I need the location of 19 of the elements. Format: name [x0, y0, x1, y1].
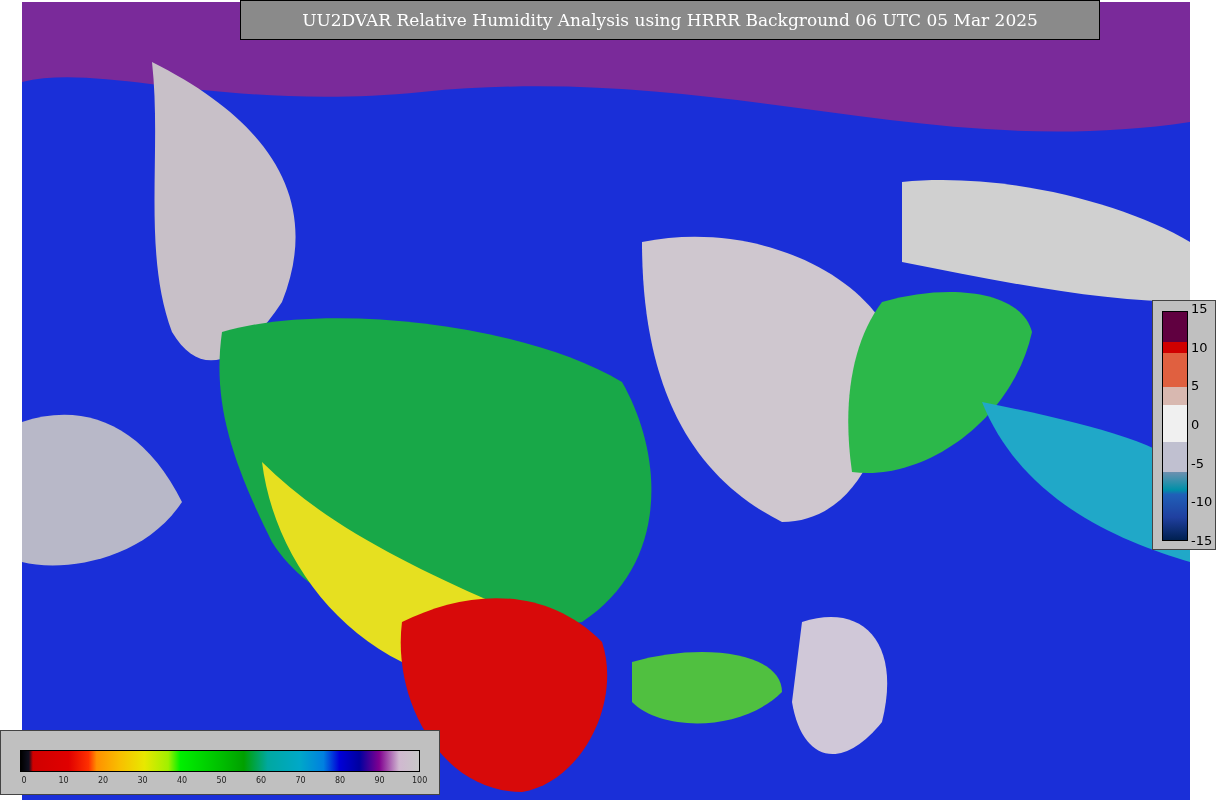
- tick-label: 70: [294, 776, 307, 785]
- tick-label: 0: [1191, 416, 1201, 433]
- tick-label: 80: [333, 776, 347, 785]
- tick-label: 100: [412, 776, 426, 785]
- tick-label: 60: [254, 776, 268, 785]
- tick-label: 50: [215, 776, 228, 785]
- tick-label: 10: [57, 776, 70, 785]
- tick-label: 15: [1191, 301, 1209, 317]
- tick-label: 30: [136, 776, 149, 785]
- tick-label: 20: [96, 776, 110, 785]
- tick-label: 5: [1191, 378, 1201, 395]
- tick-label: 0: [20, 776, 28, 785]
- tick-label: -15: [1191, 532, 1213, 549]
- tick-label: -5: [1191, 455, 1205, 472]
- tick-label: 40: [175, 776, 189, 785]
- tick-label: 10: [1191, 339, 1209, 356]
- tick-label: -10: [1191, 494, 1213, 511]
- map-title: UU2DVAR Relative Humidity Analysis using HRRR Background 06 UTC 05 Mar 2025: [240, 0, 1100, 40]
- tick-label: 90: [373, 776, 386, 785]
